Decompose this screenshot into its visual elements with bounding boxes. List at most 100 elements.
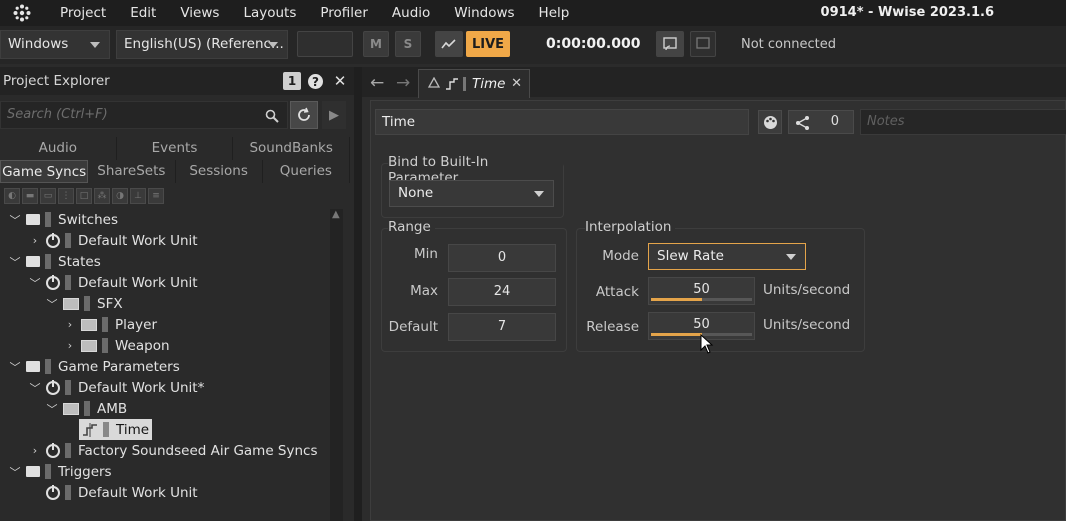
release-label: Release: [586, 319, 639, 335]
builtin-parameter-dropdown[interactable]: None: [389, 180, 554, 207]
folder-filter-icon[interactable]: ▬: [22, 188, 38, 204]
chevron-down-icon[interactable]: ﹀: [8, 359, 22, 375]
game-parameter-filter-icon[interactable]: ⊥: [130, 188, 146, 204]
tree-item-amb[interactable]: ﹀ AMB: [45, 398, 128, 419]
back-arrow-icon[interactable]: ←: [370, 73, 384, 93]
tree-item-weapon[interactable]: › Weapon: [63, 335, 170, 356]
solo-button[interactable]: S: [395, 31, 421, 57]
switch-group-filter-icon[interactable]: ⋮: [58, 188, 74, 204]
filter-toolbar: ◐ ▬ ▭ ⋮ □ ⁂ ◑ ⊥ ≡: [4, 188, 164, 206]
menu-audio[interactable]: Audio: [380, 0, 442, 26]
state-group-filter-icon[interactable]: ⁂: [94, 188, 110, 204]
chevron-right-icon[interactable]: ›: [63, 318, 77, 331]
tree-item-time-selected[interactable]: Time: [79, 419, 153, 440]
live-button[interactable]: LIVE: [466, 31, 510, 57]
close-icon[interactable]: ✕: [331, 72, 349, 90]
tree-item-switches[interactable]: ﹀ Switches: [8, 209, 118, 230]
switch-filter-icon[interactable]: □: [76, 188, 92, 204]
panel-splitter[interactable]: [354, 67, 362, 521]
transport-slot[interactable]: [297, 31, 353, 57]
menu-layouts[interactable]: Layouts: [231, 0, 308, 26]
menu-windows[interactable]: Windows: [442, 0, 526, 26]
attack-slider[interactable]: 50: [648, 277, 755, 305]
chevron-down-icon[interactable]: ﹀: [45, 401, 59, 417]
color-bar: [65, 485, 71, 500]
work-unit-filter-icon[interactable]: ◐: [4, 188, 20, 204]
tree-item-game-parameters[interactable]: ﹀ Game Parameters: [8, 356, 180, 377]
color-bar: [65, 443, 71, 458]
menu-edit[interactable]: Edit: [118, 0, 168, 26]
pin-badge-icon[interactable]: 1: [283, 72, 301, 90]
color-bar: [102, 338, 108, 353]
default-input[interactable]: 7: [448, 313, 556, 341]
tree-item-work-unit[interactable]: Default Work Unit: [28, 482, 198, 503]
tab-events[interactable]: Events: [116, 137, 234, 160]
chevron-down-icon[interactable]: ﹀: [45, 296, 59, 312]
tree-item-work-unit[interactable]: ﹀ Default Work Unit*: [28, 377, 204, 398]
tree-item-sfx[interactable]: ﹀ SFX: [45, 293, 123, 314]
mute-button[interactable]: M: [363, 31, 389, 57]
chevron-right-icon[interactable]: ›: [28, 234, 42, 247]
menu-project[interactable]: Project: [44, 0, 118, 26]
forward-arrow-icon[interactable]: →: [396, 73, 410, 93]
tab-audio[interactable]: Audio: [0, 137, 117, 160]
tree-item-factory-work-unit[interactable]: › Factory Soundseed Air Game Syncs: [28, 440, 318, 461]
scroll-up-icon[interactable]: ▲: [332, 209, 340, 220]
object-name-value: Time: [382, 114, 416, 130]
performance-monitor-button[interactable]: [435, 31, 463, 57]
share-button[interactable]: 0: [788, 110, 854, 134]
virtual-folder-filter-icon[interactable]: ▭: [40, 188, 56, 204]
close-icon[interactable]: ✕: [511, 76, 522, 91]
tab-queries[interactable]: Queries: [262, 160, 350, 183]
chevron-down-icon[interactable]: ﹀: [28, 380, 42, 396]
min-input[interactable]: 0: [448, 244, 556, 272]
search-input[interactable]: Search (Ctrl+F): [0, 101, 288, 129]
chevron-right-icon[interactable]: ›: [28, 444, 42, 457]
state-filter-icon[interactable]: ◑: [112, 188, 128, 204]
color-bar: [45, 359, 51, 374]
share-count: 0: [830, 114, 839, 129]
tab-game-syncs[interactable]: Game Syncs: [0, 160, 89, 183]
language-dropdown[interactable]: English(US) (Referenc...: [116, 30, 288, 59]
tree-item-work-unit[interactable]: › Default Work Unit: [28, 230, 198, 251]
solo-button-label: S: [403, 37, 413, 51]
trigger-filter-icon[interactable]: ≡: [148, 188, 164, 204]
max-label: Max: [410, 283, 438, 299]
tab-sessions[interactable]: Sessions: [175, 160, 263, 183]
layout-dropdown[interactable]: Windows: [0, 30, 110, 59]
tab-sharesets[interactable]: ShareSets: [88, 160, 176, 183]
virtual-folder-icon: [63, 402, 79, 415]
tab-soundbanks[interactable]: SoundBanks: [233, 137, 351, 160]
wwise-logo-icon[interactable]: [0, 0, 44, 26]
tree-item-work-unit[interactable]: ﹀ Default Work Unit: [28, 272, 198, 293]
tree-item-player[interactable]: › Player: [63, 314, 157, 335]
chevron-down-icon[interactable]: ﹀: [8, 212, 22, 228]
object-name-field[interactable]: Time: [375, 109, 749, 135]
color-picker-button[interactable]: [758, 110, 782, 134]
help-icon[interactable]: ?: [308, 74, 323, 89]
chevron-down-icon[interactable]: ﹀: [8, 254, 22, 270]
tree-item-triggers[interactable]: ﹀ Triggers: [8, 461, 112, 482]
interpolation-mode-dropdown[interactable]: Slew Rate: [648, 243, 806, 270]
tree-item-states[interactable]: ﹀ States: [8, 251, 101, 272]
tree-scrollbar[interactable]: ▲: [330, 209, 343, 521]
mouse-cursor-icon: [700, 334, 714, 354]
sync-button[interactable]: [290, 101, 318, 129]
tab-time[interactable]: Time ✕: [418, 69, 530, 98]
disconnect-button[interactable]: [690, 31, 716, 57]
max-input[interactable]: 24: [448, 278, 556, 306]
remote-connect-button[interactable]: [656, 31, 684, 57]
play-arrow-icon[interactable]: ▶: [322, 101, 346, 129]
menu-views[interactable]: Views: [168, 0, 231, 26]
chevron-down-icon[interactable]: ﹀: [8, 464, 22, 480]
chevron-down-icon[interactable]: ﹀: [28, 275, 42, 291]
menu-help[interactable]: Help: [527, 0, 582, 26]
slider-fill: [651, 333, 702, 336]
notes-field[interactable]: Notes: [860, 109, 1066, 135]
tree-item-label: Game Parameters: [58, 358, 180, 375]
virtual-folder-icon: [81, 318, 97, 331]
tree-item-label: Time: [116, 421, 150, 438]
menu-profiler[interactable]: Profiler: [308, 0, 380, 26]
chevron-right-icon[interactable]: ›: [63, 339, 77, 352]
color-bar: [45, 254, 51, 269]
